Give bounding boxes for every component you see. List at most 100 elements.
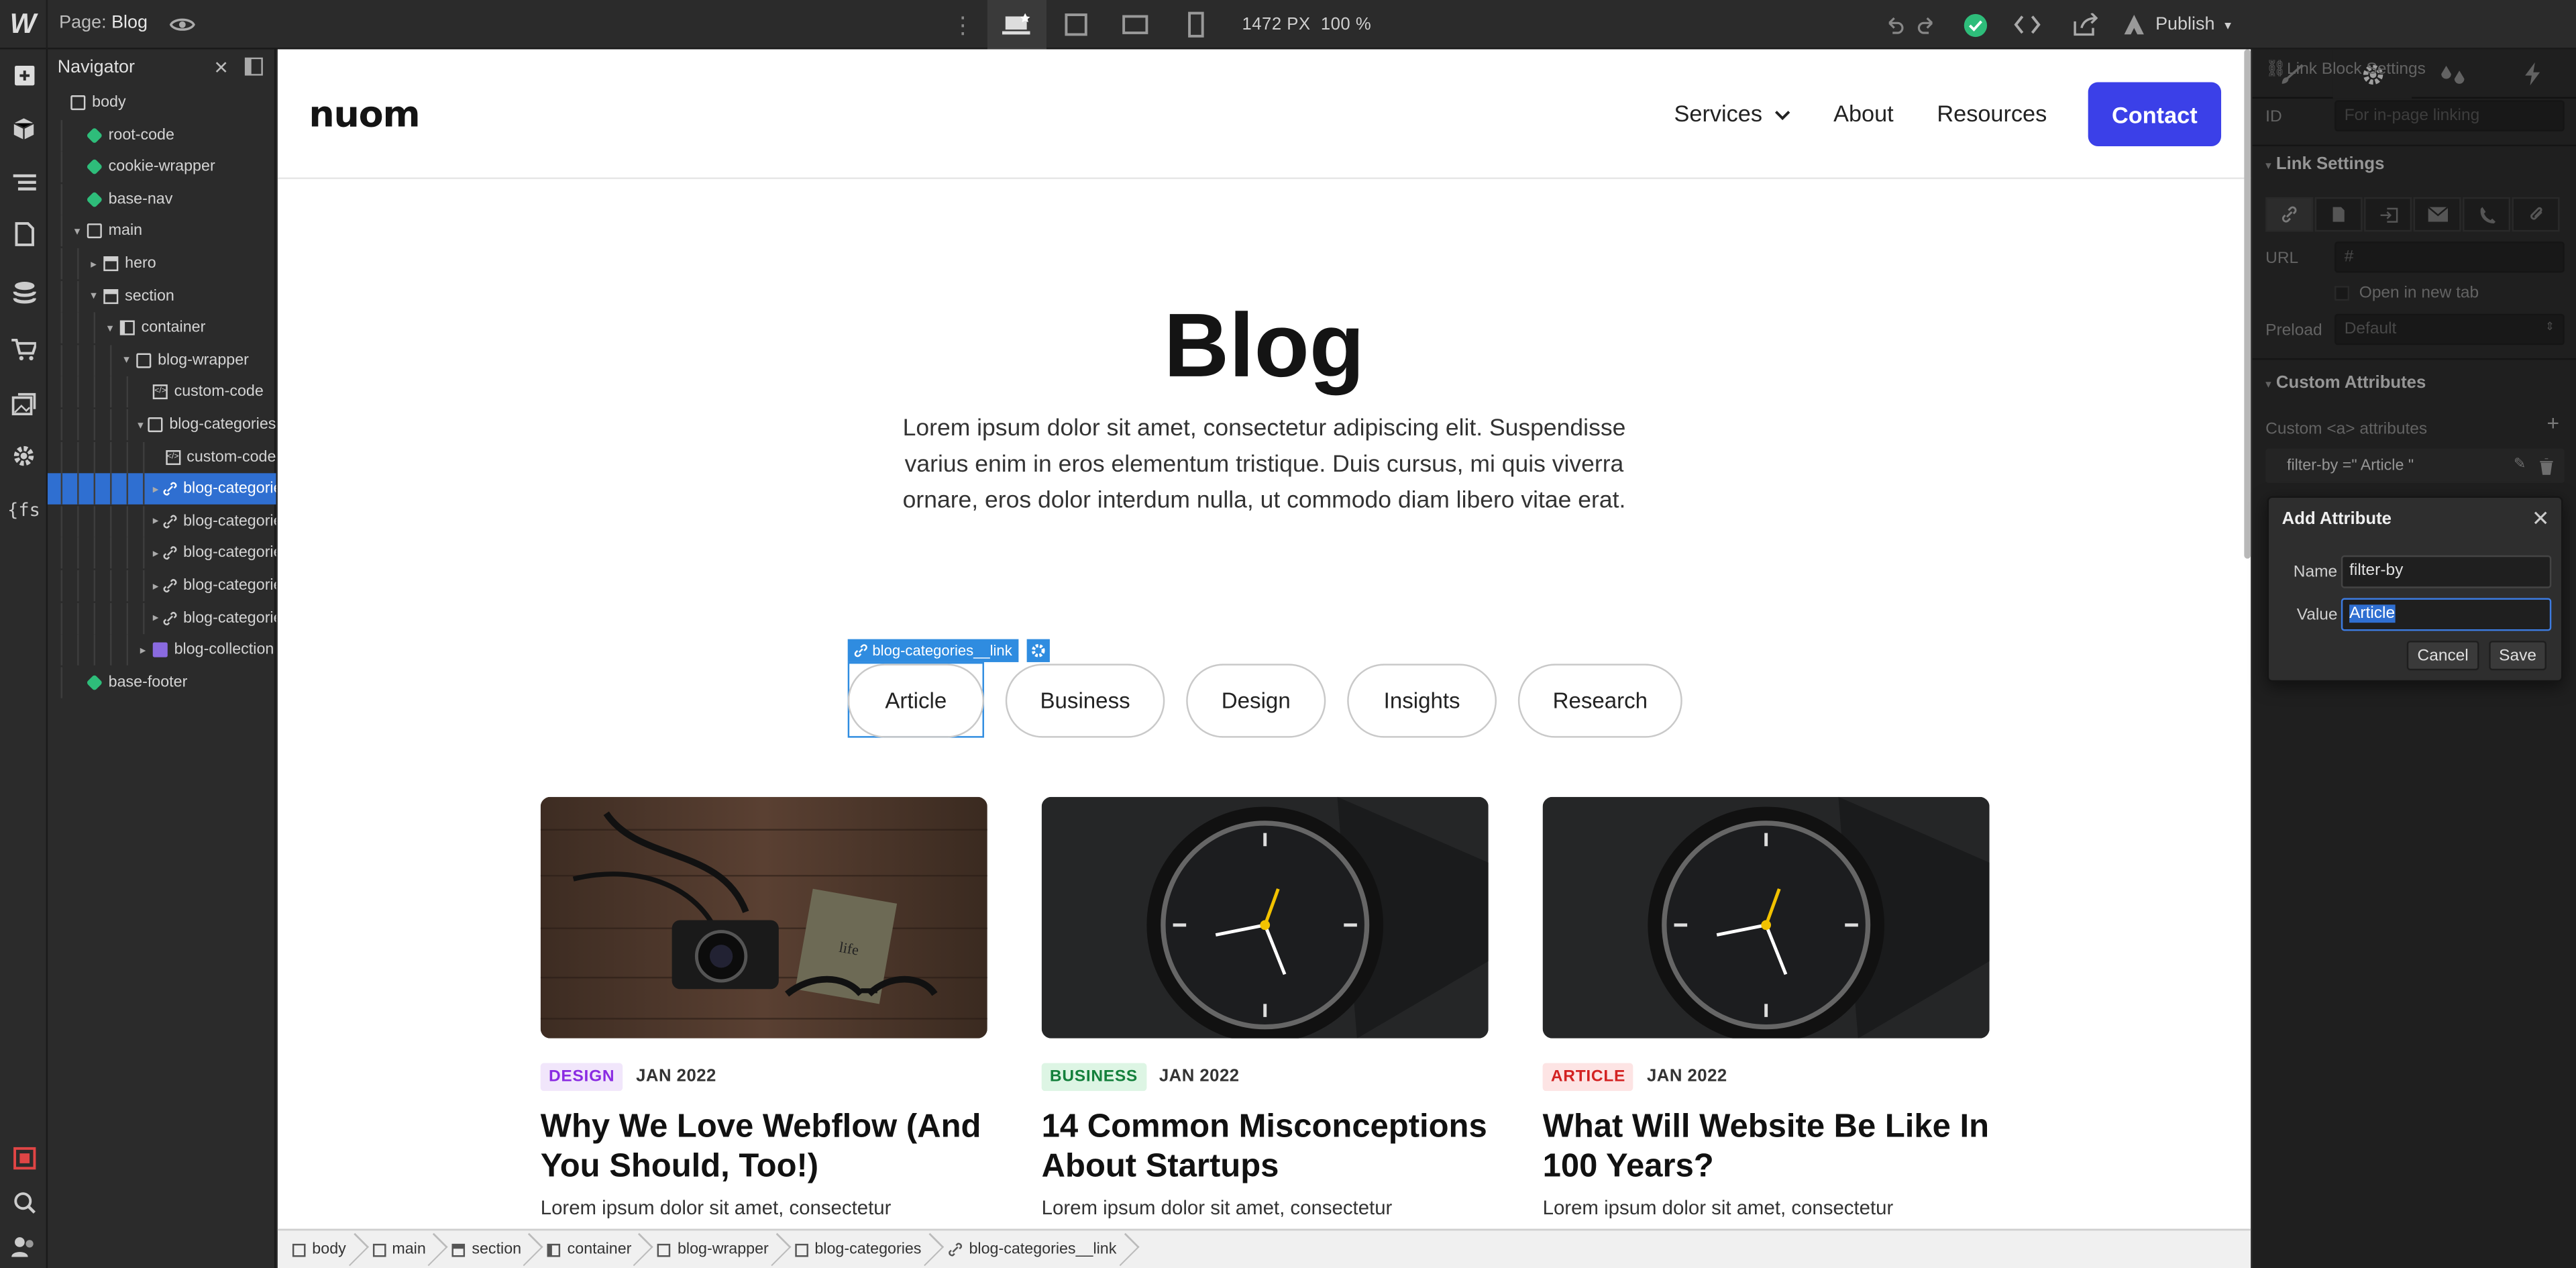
card-title[interactable]: Why We Love Webflow (And You Should, Too… (541, 1108, 987, 1187)
breadcrumb-item[interactable]: blog-categories__link (933, 1230, 1128, 1268)
pages-icon[interactable] (7, 217, 41, 251)
navigator-item-blog-categorie[interactable]: ▸ blog-categorie (48, 505, 276, 537)
blog-card[interactable]: life DESIGN JAN 2022 Why We Love Webflow … (540, 796, 987, 1219)
expand-toggle-icon[interactable]: ▸ (153, 547, 159, 560)
expand-toggle-icon[interactable]: ▾ (136, 418, 144, 431)
category-pill-research[interactable]: Research (1517, 664, 1682, 738)
expand-toggle-icon[interactable]: ▾ (120, 354, 133, 367)
breadcrumb-item[interactable]: container (533, 1230, 643, 1268)
navigator-item-blog-categorie[interactable]: ▸ blog-categorie (48, 602, 276, 634)
cancel-button[interactable]: Cancel (2406, 641, 2479, 671)
share-icon[interactable] (2065, 0, 2104, 49)
navigator-item-root-code[interactable]: root-code (48, 119, 276, 151)
nav-services[interactable]: Services (1674, 100, 1790, 127)
navigator-item-label: custom-code (174, 383, 264, 402)
navigator-item-custom-code[interactable]: </> custom-code (48, 441, 276, 473)
mobile-landscape-icon[interactable] (1106, 0, 1165, 49)
more-options-icon[interactable]: ⋮ (951, 11, 974, 40)
navigator-item-label: blog-categories (169, 415, 276, 434)
category-pill-insights[interactable]: Insights (1347, 664, 1497, 738)
components-cube-icon[interactable] (7, 112, 41, 146)
expand-toggle-icon[interactable]: ▸ (153, 611, 159, 625)
navigator-item-blog-wrapper[interactable]: ▾ blog-wrapper (48, 344, 276, 376)
link-icon (854, 644, 867, 657)
navigator-item-base-nav[interactable]: base-nav (48, 183, 276, 215)
div-block-icon (87, 224, 102, 240)
breadcrumb-item[interactable]: main (358, 1230, 437, 1268)
breadcrumb-item[interactable]: body (278, 1230, 358, 1268)
navigator-item-container[interactable]: ▾ container (48, 312, 276, 344)
blog-card[interactable]: BUSINESS JAN 2022 14 Common Misconception… (1041, 796, 1489, 1220)
audit-red-icon[interactable] (7, 1141, 41, 1175)
collapse-all-icon[interactable]: ✕ (213, 58, 229, 78)
container-icon (547, 1243, 561, 1257)
category-pill-design[interactable]: Design (1186, 664, 1326, 738)
tablet-breakpoint-icon[interactable] (1046, 0, 1106, 49)
site-logo[interactable]: nuom (309, 95, 420, 136)
tree-guide (93, 312, 96, 344)
finsweet-fs-icon[interactable]: {fs (7, 493, 41, 527)
page-heading: Blog (1163, 294, 1365, 397)
mobile-portrait-icon[interactable] (1167, 0, 1226, 49)
assets-icon[interactable] (7, 386, 41, 421)
category-pill-article[interactable]: Article (847, 664, 984, 738)
expand-toggle-icon[interactable]: ▸ (87, 257, 101, 270)
breadcrumb-item[interactable]: blog-wrapper (643, 1230, 780, 1268)
expand-toggle-icon[interactable]: ▾ (103, 321, 117, 335)
expand-toggle-icon[interactable]: ▾ (87, 289, 101, 303)
navigator-item-cookie-wrapper[interactable]: cookie-wrapper (48, 151, 276, 183)
attribute-value-input[interactable]: Article (2341, 598, 2552, 631)
expand-toggle-icon[interactable]: ▸ (153, 482, 159, 496)
desktop-breakpoint-icon[interactable] (987, 0, 1047, 50)
canvas-scrollbar[interactable] (2244, 49, 2251, 559)
navigator-item-body[interactable]: body (48, 87, 276, 119)
ecommerce-cart-icon[interactable] (7, 332, 41, 366)
element-settings-gear-icon[interactable] (1026, 639, 1050, 662)
expand-toggle-icon[interactable]: ▸ (153, 515, 159, 528)
category-pill-business[interactable]: Business (1005, 664, 1165, 738)
navigator-item-blog-categorie[interactable]: ▸ blog-categorie (48, 473, 276, 505)
navigator-item-blog-categories[interactable]: ▾ blog-categories (48, 409, 276, 441)
nav-about[interactable]: About (1833, 100, 1894, 126)
navigator-icon[interactable] (7, 164, 41, 199)
close-icon[interactable]: ✕ (2532, 506, 2550, 532)
navigator-item-hero[interactable]: ▸ hero (48, 248, 276, 280)
navigator-item-custom-code[interactable]: </> custom-code (48, 376, 276, 409)
undo-icon[interactable] (1878, 0, 1911, 49)
design-canvas[interactable]: nuom Services About Resources Contact Bl… (277, 49, 2251, 1229)
webflow-logo[interactable]: W (0, 0, 48, 50)
navigator-item-main[interactable]: ▾ main (48, 215, 276, 248)
expand-toggle-icon[interactable]: ▸ (153, 579, 159, 592)
cms-database-icon[interactable] (7, 276, 41, 310)
navigator-item-base-footer[interactable]: base-footer (48, 666, 276, 698)
status-check-icon[interactable] (1957, 0, 1993, 49)
card-title[interactable]: What Will Website Be Like In 100 Years? (1543, 1108, 1990, 1187)
attribute-name-input[interactable]: filter-by (2341, 555, 2552, 588)
breadcrumb-item[interactable]: blog-categories (780, 1230, 933, 1268)
navigator-item-blog-categorie[interactable]: ▸ blog-categorie (48, 537, 276, 570)
code-export-icon[interactable] (2008, 0, 2047, 49)
redo-icon[interactable] (1911, 0, 1943, 49)
expand-toggle-icon[interactable]: ▾ (70, 225, 84, 238)
blog-card[interactable]: ARTICLE JAN 2022 What Will Website Be Lik… (1542, 796, 1990, 1219)
navigator-item-section[interactable]: ▾ section (48, 280, 276, 312)
card-title[interactable]: 14 Common Misconceptions About Startups (1042, 1108, 1489, 1187)
expand-toggle-icon[interactable]: ▸ (136, 643, 150, 657)
card-description: Lorem ipsum dolor sit amet, consectetur (1041, 1196, 1393, 1220)
settings-gear-icon[interactable] (7, 439, 41, 473)
contact-button[interactable]: Contact (2088, 82, 2222, 146)
selected-element-label[interactable]: blog-categories__link (847, 639, 1019, 662)
page-selector[interactable]: Page: Blog (59, 13, 148, 33)
preview-eye-icon[interactable] (169, 11, 195, 38)
nav-resources[interactable]: Resources (1937, 100, 2047, 126)
publish-button[interactable]: Publish ▾ (2123, 0, 2231, 49)
breadcrumb-item[interactable]: section (437, 1230, 533, 1268)
collaborators-icon[interactable] (7, 1229, 41, 1263)
dock-panel-icon[interactable] (244, 57, 263, 76)
navigator-item-label: blog-categorie (183, 576, 276, 595)
save-button[interactable]: Save (2489, 641, 2546, 671)
add-panel-icon[interactable] (7, 58, 41, 92)
navigator-item-blog-categorie[interactable]: ▸ blog-categorie (48, 570, 276, 602)
navigator-item-blog-collection[interactable]: ▸ blog-collection (48, 634, 276, 666)
search-icon[interactable] (7, 1185, 41, 1219)
